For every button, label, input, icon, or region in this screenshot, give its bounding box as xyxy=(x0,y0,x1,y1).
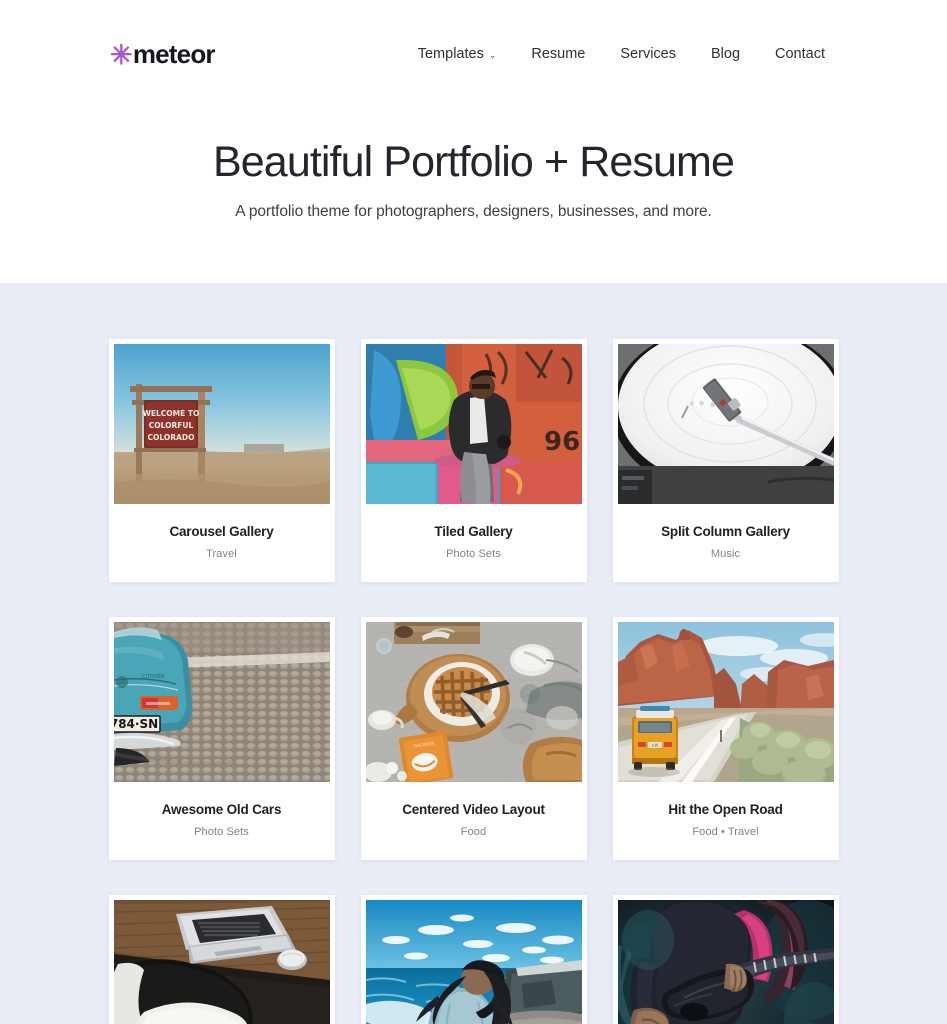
nav-item-contact[interactable]: Contact xyxy=(775,46,825,62)
page-subtitle: A portfolio theme for photographers, des… xyxy=(235,203,712,221)
nav-label: Services xyxy=(620,46,676,62)
vinyl-record-turntable-image xyxy=(617,344,834,505)
page-title: Beautiful Portfolio + Resume xyxy=(213,138,735,186)
asterisk-icon: ✳ xyxy=(110,39,133,70)
gallery-card[interactable]: VW Hit the Open Road Food • Travel xyxy=(612,617,839,861)
card-title: Awesome Old Cars xyxy=(161,802,282,818)
colorado-welcome-sign-image: WELCOME TO COLORFUL COLORADO xyxy=(113,344,330,505)
site-header: ✳ meteor Templates ⌄ Resume Services Blo… xyxy=(0,0,947,108)
card-title: Tiled Gallery xyxy=(434,524,513,540)
card-category: Music xyxy=(710,548,741,561)
svg-text:COLORFUL: COLORFUL xyxy=(148,421,193,430)
gallery-card[interactable]: CITROËN 784·SN Awesome Old Cars Photo Se… xyxy=(108,617,335,861)
guitarist-stage-lights-image xyxy=(617,900,834,1024)
gallery-card[interactable]: 96 Tiled Gallery Photo Sets xyxy=(360,339,587,583)
card-category: Photo Sets xyxy=(194,826,249,839)
card-title: Carousel Gallery xyxy=(169,524,274,540)
svg-text:COLORADO: COLORADO xyxy=(147,433,194,442)
picnic-pie-flatlay-image: THE BOOK xyxy=(365,622,582,783)
gallery-section: WELCOME TO COLORFUL COLORADO Carousel Ga… xyxy=(0,283,947,1024)
card-category: Food • Travel xyxy=(692,826,759,839)
hero-section: Beautiful Portfolio + Resume A portfolio… xyxy=(0,108,947,284)
card-caption: Centered Video Layout Food xyxy=(366,782,582,860)
gallery-card[interactable] xyxy=(108,895,335,1024)
nav-label: Templates xyxy=(417,46,484,62)
card-category: Travel xyxy=(206,548,237,561)
nav-item-templates[interactable]: Templates ⌄ xyxy=(418,46,497,62)
gallery-card[interactable]: WELCOME TO COLORFUL COLORADO Carousel Ga… xyxy=(108,339,335,583)
laptop-desk-chair-image xyxy=(113,900,330,1024)
nav-item-services[interactable]: Services xyxy=(620,46,676,62)
svg-text:VW: VW xyxy=(651,743,658,748)
brand-logo[interactable]: ✳ meteor xyxy=(110,39,216,70)
nav-label: Resume xyxy=(531,46,586,62)
vintage-teal-car-image: CITROËN 784·SN xyxy=(113,622,330,783)
nav-label: Contact xyxy=(775,46,825,62)
card-caption: Awesome Old Cars Photo Sets xyxy=(114,782,330,860)
main-navigation: Templates ⌄ Resume Services Blog Contact xyxy=(418,46,837,62)
gallery-card[interactable]: Split Column Gallery Music xyxy=(612,339,839,583)
card-title: Hit the Open Road xyxy=(668,802,783,818)
card-title: Split Column Gallery xyxy=(661,524,790,540)
card-caption: Carousel Gallery Travel xyxy=(114,504,330,582)
nav-item-blog[interactable]: Blog xyxy=(711,46,740,62)
svg-text:CITROËN: CITROËN xyxy=(142,673,165,680)
chevron-down-icon: ⌄ xyxy=(488,49,497,60)
gallery-card[interactable] xyxy=(612,895,839,1024)
gallery-card[interactable] xyxy=(360,895,587,1024)
svg-text:96: 96 xyxy=(544,427,580,457)
card-caption: Hit the Open Road Food • Travel xyxy=(618,782,834,860)
svg-text:784·SN: 784·SN xyxy=(114,717,158,731)
nav-label: Blog xyxy=(710,46,741,62)
card-category: Photo Sets xyxy=(446,548,501,561)
svg-text:WELCOME TO: WELCOME TO xyxy=(142,409,199,418)
woman-ocean-cliff-image xyxy=(365,900,582,1024)
card-caption: Tiled Gallery Photo Sets xyxy=(366,504,582,582)
gallery-grid: WELCOME TO COLORFUL COLORADO Carousel Ga… xyxy=(108,339,839,1024)
card-category: Food xyxy=(460,826,487,839)
man-graffiti-wall-image: 96 xyxy=(365,344,582,505)
nav-item-resume[interactable]: Resume xyxy=(531,46,585,62)
gallery-card[interactable]: THE BOOK Centered Video Layout Food xyxy=(360,617,587,861)
card-title: Centered Video Layout xyxy=(402,802,545,818)
card-caption: Split Column Gallery Music xyxy=(618,504,834,582)
brand-name: meteor xyxy=(132,39,216,69)
yellow-van-desert-road-image: VW xyxy=(617,622,834,783)
